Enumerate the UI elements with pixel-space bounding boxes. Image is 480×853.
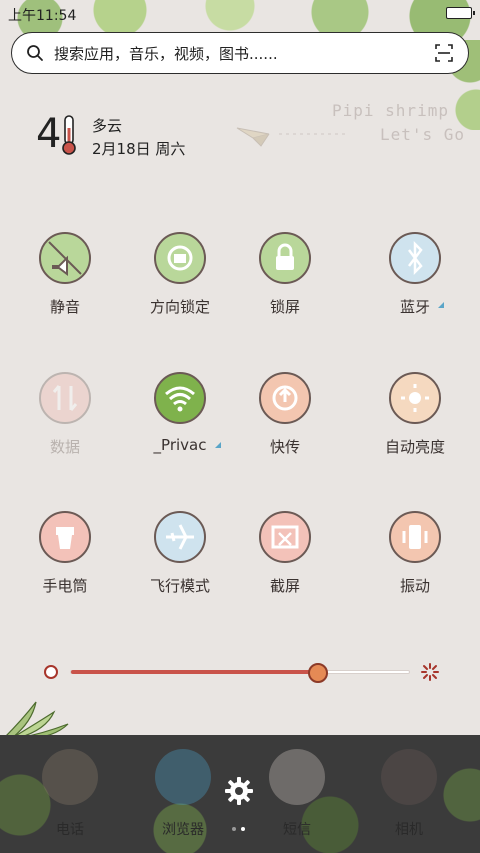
- toggle-label: 自动亮度: [384, 438, 445, 456]
- search-input[interactable]: 搜索应用，音乐，视频，图书......: [54, 43, 434, 64]
- thermometer-icon: [62, 115, 76, 155]
- toggle-button[interactable]: [259, 372, 311, 424]
- toggle-label: 截屏: [269, 577, 300, 595]
- leaf-decoration: [2, 701, 69, 740]
- toggle-button[interactable]: [154, 372, 206, 424]
- weather-condition: 多云: [92, 117, 123, 135]
- paper-plane-decoration: [236, 127, 345, 147]
- toggle-share[interactable]: 快传: [230, 372, 340, 457]
- phone-icon: [42, 749, 98, 805]
- camera-icon: [381, 749, 437, 805]
- toggle-rotation-lock[interactable]: 方向锁定: [125, 232, 235, 317]
- toggle-data[interactable]: 数据: [10, 372, 120, 457]
- toggle-label: 飞行模式: [149, 577, 210, 595]
- toggle-button[interactable]: [389, 511, 441, 563]
- search-icon: [27, 45, 43, 61]
- brand-text-line2: Let's Go: [380, 125, 466, 144]
- page-dot-active: [241, 827, 245, 831]
- toggle-label: 手电筒: [42, 577, 88, 595]
- flashlight-icon: [56, 527, 74, 549]
- toggle-label: 方向锁定: [149, 298, 210, 316]
- toggle-button[interactable]: [389, 232, 441, 284]
- dock-app-sms[interactable]: 短信: [257, 749, 337, 839]
- toggle-label: 蓝牙: [399, 298, 430, 316]
- page-dot: [232, 827, 236, 831]
- toggle-button[interactable]: [259, 511, 311, 563]
- brightness-high-icon: [421, 663, 439, 681]
- weather-date: 2月18日 周六: [92, 140, 186, 158]
- share-icon: [272, 385, 298, 411]
- toggle-button[interactable]: [389, 372, 441, 424]
- gear-icon[interactable]: [224, 776, 254, 806]
- dock-app-browser[interactable]: 浏览器: [143, 749, 223, 839]
- toggle-bluetooth[interactable]: 蓝牙: [360, 232, 470, 317]
- vibrate-icon: [402, 525, 428, 549]
- toggle-button[interactable]: [154, 511, 206, 563]
- data-icon: [52, 385, 78, 411]
- sms-icon: [269, 749, 325, 805]
- expand-indicator-icon: [215, 442, 221, 448]
- dock-app-camera[interactable]: 相机: [369, 749, 449, 839]
- dock-app-label: 相机: [395, 822, 423, 838]
- lock-icon: [276, 243, 294, 270]
- brightness-icon: [401, 384, 429, 412]
- dock-app-phone[interactable]: 电话: [30, 749, 110, 839]
- toggle-button[interactable]: [39, 511, 91, 563]
- toggle-airplane[interactable]: 飞行模式: [125, 511, 235, 596]
- airplane-icon: [166, 524, 194, 550]
- browser-icon: [155, 749, 211, 805]
- toggle-screenshot[interactable]: 截屏: [230, 511, 340, 596]
- toggle-label: 快传: [269, 438, 300, 456]
- search-bar[interactable]: 搜索应用，音乐，视频，图书......: [11, 32, 469, 74]
- mute-icon: [48, 241, 82, 276]
- toggle-label: 数据: [49, 438, 80, 456]
- brightness-low-icon: [44, 665, 58, 679]
- toggle-brightness[interactable]: 自动亮度: [360, 372, 470, 457]
- toggle-label: 振动: [399, 577, 430, 595]
- expand-indicator-icon: [438, 302, 444, 308]
- toggle-label: 静音: [49, 298, 80, 316]
- toggle-wifi[interactable]: _Privac: [125, 372, 235, 454]
- toggle-button[interactable]: [259, 232, 311, 284]
- dock-app-label: 浏览器: [162, 822, 204, 838]
- brightness-track[interactable]: [70, 663, 410, 683]
- dock-app-label: 短信: [283, 822, 311, 838]
- brightness-slider[interactable]: [44, 662, 440, 683]
- brightness-fill: [71, 670, 318, 674]
- brightness-thumb[interactable]: [307, 663, 328, 683]
- toggle-button[interactable]: [39, 232, 91, 284]
- wifi-icon: [165, 386, 195, 412]
- toggle-vibrate[interactable]: 振动: [360, 511, 470, 596]
- rotation-lock-icon: [167, 245, 193, 271]
- toggle-mute[interactable]: 静音: [10, 232, 120, 317]
- status-time: 上午11:54: [8, 8, 77, 24]
- toggle-button[interactable]: [39, 372, 91, 424]
- toggle-label: 锁屏: [269, 298, 300, 316]
- screenshot-icon: [271, 525, 299, 549]
- page-indicator: [232, 827, 245, 831]
- toggle-lock[interactable]: 锁屏: [230, 232, 340, 317]
- toggle-button[interactable]: [154, 232, 206, 284]
- dock-app-label: 电话: [56, 822, 84, 838]
- weather-temperature: 4: [36, 111, 62, 157]
- toggle-flashlight[interactable]: 手电筒: [10, 511, 120, 596]
- bluetooth-icon: [408, 240, 423, 276]
- scan-icon[interactable]: [434, 43, 454, 63]
- brand-text-line1: Pipi shrimp: [332, 101, 449, 120]
- battery-icon: [446, 7, 475, 19]
